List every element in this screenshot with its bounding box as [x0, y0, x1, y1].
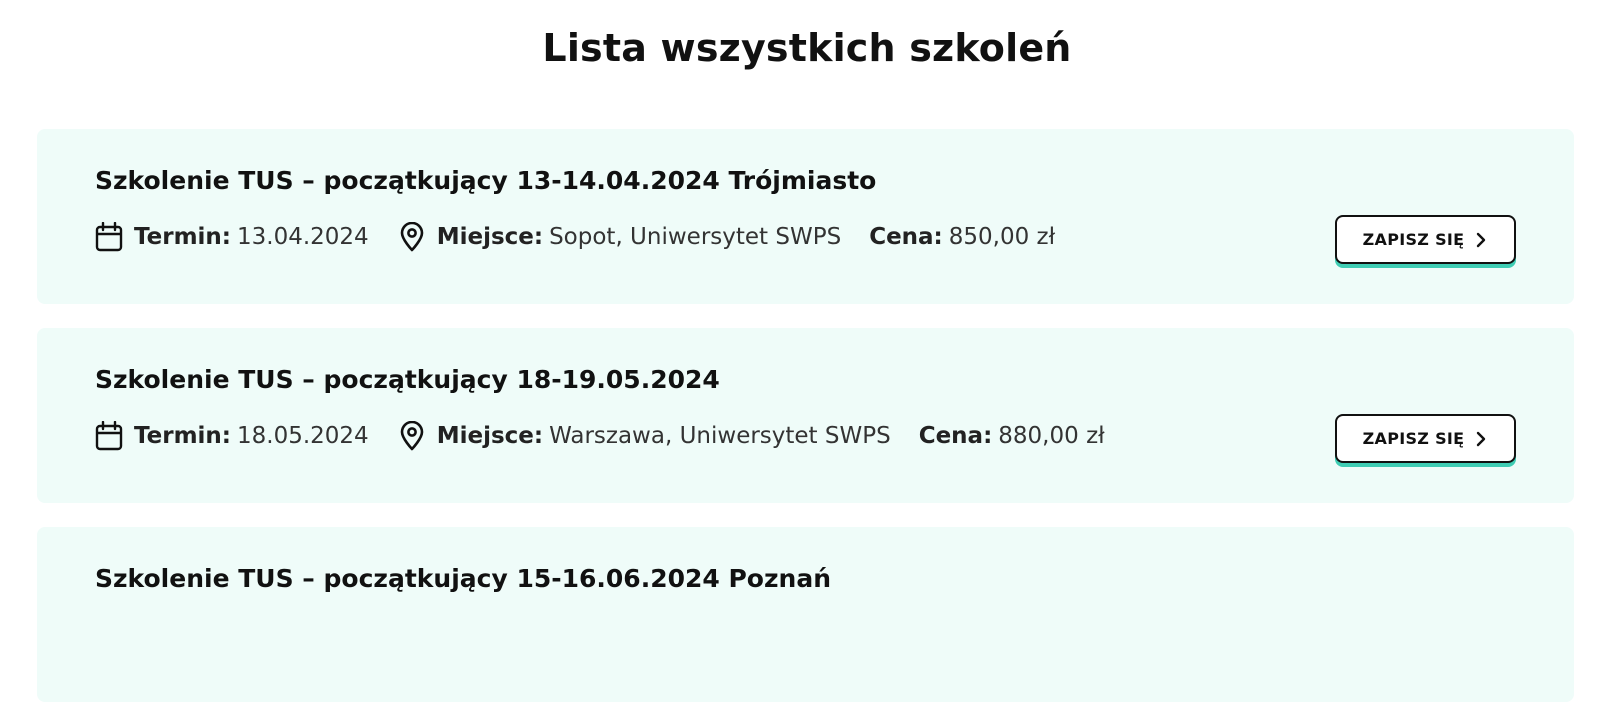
term-value: 18.05.2024 [237, 423, 369, 449]
signup-button-wrap: ZAPISZ SIĘ [1335, 215, 1516, 268]
place-label: Miejsce: [436, 224, 544, 250]
training-meta: Termin: 13.04.2024 Miejsce: Sopot, Uniwe… [94, 221, 1055, 253]
term-value: 13.04.2024 [237, 224, 369, 250]
page-title: Lista wszystkich szkoleń [542, 26, 1072, 70]
price-value: 850,00 zł [948, 224, 1056, 250]
signup-button-wrap: ZAPISZ SIĘ [1335, 414, 1516, 467]
price-label: Cena: [918, 423, 993, 449]
price-label: Cena: [869, 224, 943, 250]
term-label: Termin: [134, 423, 231, 449]
signup-button-label: ZAPISZ SIĘ [1362, 230, 1465, 249]
place-value: Warszawa, Uniwersytet SWPS [549, 423, 891, 449]
training-list: Szkolenie TUS – początkujący 13-14.04.20… [37, 129, 1574, 726]
training-title: Szkolenie TUS – początkujący 18-19.05.20… [95, 365, 720, 394]
term-label: Termin: [134, 224, 231, 250]
training-place: Miejsce: Warszawa, Uniwersytet SWPS [397, 420, 891, 452]
signup-button[interactable]: ZAPISZ SIĘ [1335, 414, 1516, 463]
price-value: 880,00 zł [998, 423, 1105, 449]
calendar-icon [94, 420, 124, 452]
training-card: Szkolenie TUS – początkujący 15-16.06.20… [37, 527, 1574, 702]
calendar-icon [94, 221, 124, 253]
training-price: Cena: 880,00 zł [919, 423, 1105, 449]
signup-button-label: ZAPISZ SIĘ [1362, 429, 1465, 448]
training-meta: Termin: 18.05.2024 Miejsce: Warszawa, Un… [94, 420, 1105, 452]
place-value: Sopot, Uniwersytet SWPS [549, 224, 842, 250]
training-term: Termin: 13.04.2024 [94, 221, 369, 253]
chevron-right-icon [1476, 232, 1488, 248]
training-term: Termin: 18.05.2024 [94, 420, 369, 452]
training-price: Cena: 850,00 zł [869, 224, 1055, 250]
training-title: Szkolenie TUS – początkujący 13-14.04.20… [95, 166, 877, 195]
map-pin-icon [397, 221, 427, 253]
map-pin-icon [397, 420, 427, 452]
signup-button[interactable]: ZAPISZ SIĘ [1335, 215, 1516, 264]
chevron-right-icon [1476, 431, 1488, 447]
training-card: Szkolenie TUS – początkujący 13-14.04.20… [37, 129, 1574, 304]
training-card: Szkolenie TUS – początkujący 18-19.05.20… [37, 328, 1574, 503]
place-label: Miejsce: [436, 423, 544, 449]
training-place: Miejsce: Sopot, Uniwersytet SWPS [397, 221, 841, 253]
training-title: Szkolenie TUS – początkujący 15-16.06.20… [95, 564, 831, 593]
